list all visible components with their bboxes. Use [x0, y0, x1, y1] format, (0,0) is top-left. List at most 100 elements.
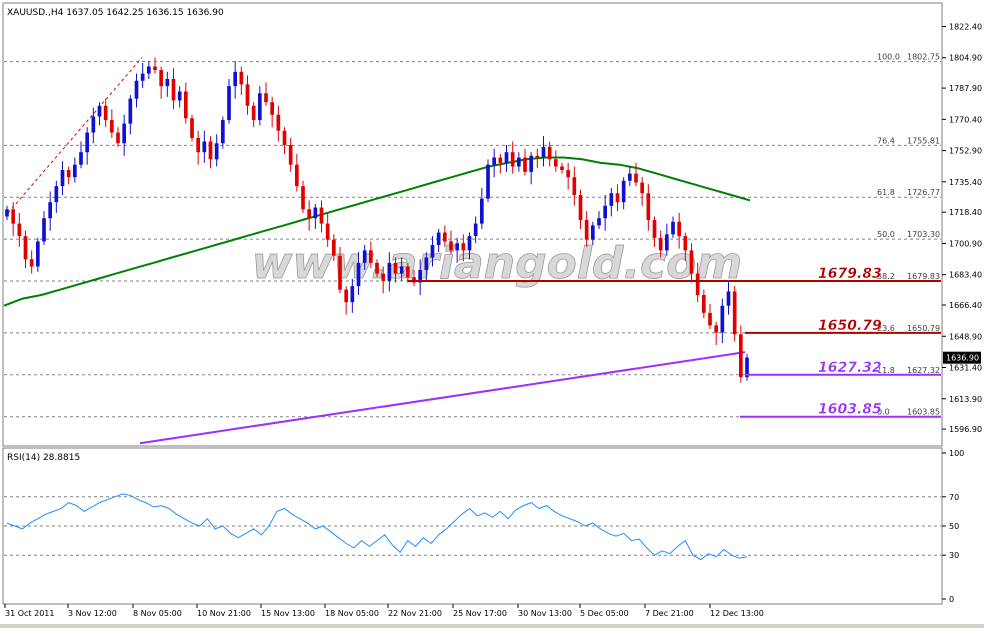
candle-body — [85, 132, 90, 153]
candle-body — [171, 78, 176, 101]
candle-body — [652, 220, 657, 238]
candle-body — [479, 198, 484, 224]
candle-body — [257, 93, 262, 121]
y-tick-label: 1718.40 — [949, 208, 982, 217]
candle-body — [91, 116, 96, 133]
rsi-tick-label: 100 — [949, 449, 964, 458]
candle-body — [350, 286, 355, 303]
candle-body — [442, 232, 447, 242]
candle-body — [220, 120, 225, 144]
candle-body — [621, 180, 626, 203]
x-tick-label: 7 Dec 21:00 — [645, 609, 694, 618]
chart-svg[interactable]: 100.0 1802.75 76.4 1755.81 61.8 1726.77 50.0 17… — [0, 0, 984, 624]
candle-body — [436, 232, 441, 246]
candle-body — [251, 105, 256, 121]
fib-value-label: 1650.79 — [907, 324, 940, 333]
candle-body — [615, 193, 620, 203]
candle-body — [726, 291, 731, 306]
rsi-tick-label: 30 — [949, 551, 959, 560]
candle-body — [54, 186, 59, 203]
candle-body — [677, 221, 682, 237]
candle-body — [714, 325, 719, 333]
candle-body — [66, 170, 71, 178]
candle-body — [368, 250, 373, 263]
candle-body — [683, 236, 688, 251]
candle-body — [35, 241, 40, 267]
y-tick-label: 1613.90 — [949, 395, 982, 404]
candle-body — [640, 182, 645, 194]
level-label: 1650.79 — [818, 318, 882, 334]
candle-body — [362, 250, 367, 263]
candle-body — [307, 209, 312, 219]
candle-body — [467, 236, 472, 251]
candle-body — [646, 193, 651, 221]
candle-body — [689, 250, 694, 274]
candle-body — [103, 105, 108, 121]
x-tick-label: 30 Nov 13:00 — [518, 609, 572, 618]
x-tick-label: 18 Nov 05:00 — [325, 609, 379, 618]
candle-body — [572, 177, 577, 196]
candle-body — [738, 334, 743, 378]
candle-body — [159, 70, 164, 87]
candle-body — [227, 86, 231, 121]
y-tick-label: 1822.40 — [949, 22, 982, 31]
candle-body — [399, 266, 404, 274]
candle-body — [449, 241, 453, 251]
candle-body — [609, 193, 614, 206]
x-tick-label: 31 Oct 2011 — [5, 609, 54, 618]
candle-body — [664, 234, 669, 251]
candle-body — [553, 159, 558, 167]
candle-body — [461, 243, 466, 251]
candle-body — [239, 71, 244, 85]
candle-body — [492, 157, 497, 165]
candle-body — [282, 130, 287, 146]
candle-body — [375, 262, 379, 274]
rsi-tick-label: 70 — [949, 493, 959, 502]
y-tick-label: 1596.90 — [949, 425, 982, 434]
y-tick-label: 1666.40 — [949, 301, 982, 310]
candle-body — [245, 84, 250, 106]
candle-body — [529, 155, 534, 172]
candle-body — [627, 173, 632, 181]
candle-body — [535, 155, 540, 158]
fib-value-label: 1755.81 — [907, 136, 940, 145]
candle-body — [516, 157, 521, 167]
candle-body — [541, 146, 546, 158]
candle-body — [109, 120, 114, 133]
chart-window: 100.0 1802.75 76.4 1755.81 61.8 1726.77 50.0 17… — [0, 0, 984, 624]
candle-body — [634, 173, 638, 183]
y-tick-label: 1752.90 — [949, 147, 982, 156]
fib-value-label: 1679.83 — [907, 272, 940, 281]
x-tick-label: 5 Dec 05:00 — [580, 609, 629, 618]
candle-body — [356, 262, 361, 287]
candle-body — [658, 237, 663, 251]
x-tick-label: 8 Nov 05:00 — [133, 609, 182, 618]
candle-body — [504, 152, 509, 163]
y-tick-label: 1700.90 — [949, 239, 982, 248]
y-tick-label: 1631.40 — [949, 364, 982, 373]
candle-body — [190, 118, 194, 138]
candle-body — [720, 305, 725, 333]
candle-body — [430, 245, 435, 258]
rsi-header: RSI(14) 28.8815 — [7, 453, 80, 463]
current-price-label: 1636.90 — [946, 354, 979, 363]
candle-body — [23, 236, 28, 260]
candle-body — [79, 152, 83, 165]
candle-body — [424, 257, 429, 271]
y-tick-label: 1735.40 — [949, 178, 982, 187]
level-label: 1603.85 — [818, 402, 882, 418]
candle-body — [29, 259, 34, 267]
candle-body — [566, 170, 571, 178]
candle-body — [313, 207, 318, 219]
candle-body — [578, 195, 583, 221]
candle-body — [510, 152, 515, 167]
candle-body — [405, 266, 410, 278]
candle-body — [319, 207, 324, 224]
fib-value-label: 1802.75 — [907, 53, 940, 62]
candle-body — [11, 209, 16, 224]
rsi-tick-label: 50 — [949, 522, 959, 531]
candle-body — [560, 166, 564, 171]
candle-body — [128, 98, 133, 124]
candle-body — [701, 295, 706, 313]
y-tick-label: 1787.90 — [949, 84, 982, 93]
